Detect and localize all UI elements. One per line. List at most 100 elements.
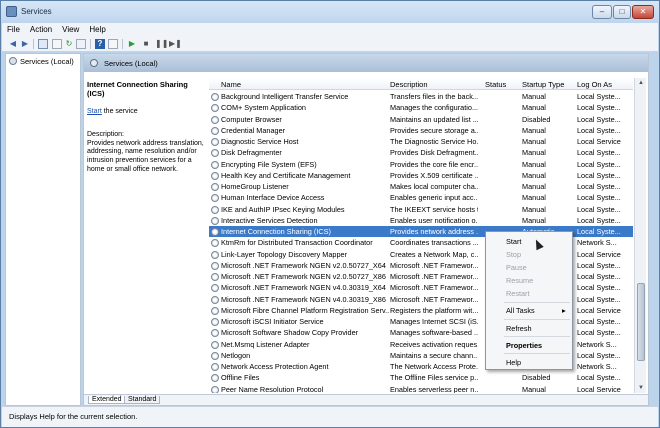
context-menu-refresh[interactable]: Refresh	[506, 324, 532, 333]
export-list-icon[interactable]	[76, 39, 86, 49]
context-menu-all-tasks[interactable]: All Tasks	[506, 306, 535, 315]
table-row[interactable]: COM+ System Application Manages the confi…	[209, 102, 633, 113]
console-tree-icon[interactable]	[38, 39, 48, 49]
service-gear-icon	[211, 115, 219, 124]
service-name: Link-Layer Topology Discovery Mapper	[221, 249, 347, 259]
service-startup-type: Manual	[522, 193, 546, 203]
context-menu-restart[interactable]: Restart	[506, 289, 530, 298]
service-log-on-as: Network S...	[577, 238, 617, 248]
service-log-on-as: Local Syste...	[577, 328, 621, 338]
maximize-button[interactable]: □	[613, 5, 631, 19]
toolbar-separator	[90, 39, 91, 49]
menu-help[interactable]: Help	[84, 23, 110, 36]
context-menu-start[interactable]: Start	[506, 237, 521, 246]
service-description: Provides Disk Defragment...	[390, 148, 478, 158]
context-menu-resume[interactable]: Resume	[506, 276, 533, 285]
scroll-up-arrow-icon[interactable]: ▲	[636, 78, 646, 88]
service-name: IKE and AuthIP IPsec Keying Modules	[221, 204, 345, 214]
scrollbar-thumb[interactable]	[637, 283, 645, 361]
service-name: Microsoft Fibre Channel Platform Registr…	[221, 305, 389, 315]
context-menu: Start Stop Pause Resume Restart All Task…	[485, 231, 573, 370]
table-row[interactable]: Diagnostic Service Host The Diagnostic Se…	[209, 136, 633, 147]
toolbar-separator	[122, 39, 123, 49]
service-name: Microsoft Software Shadow Copy Provider	[221, 328, 359, 338]
service-name: Human Interface Device Access	[221, 193, 325, 203]
services-node-icon	[9, 57, 17, 65]
vertical-scrollbar[interactable]: ▲ ▼	[634, 78, 646, 393]
service-gear-icon	[211, 171, 219, 180]
table-row[interactable]: Background Intelligent Transfer Service T…	[209, 91, 633, 102]
service-description: Provides the core file encr...	[390, 159, 478, 169]
table-row[interactable]: IKE and AuthIP IPsec Keying Modules The I…	[209, 204, 633, 215]
tree-node-services-local[interactable]: Services (Local)	[9, 57, 74, 66]
back-icon[interactable]: ◀	[8, 39, 18, 49]
table-row[interactable]: Disk Defragmenter Provides Disk Defragmen…	[209, 147, 633, 158]
service-gear-icon	[211, 261, 219, 270]
service-log-on-as: Local Syste...	[577, 294, 621, 304]
service-name: Encrypting File System (EFS)	[221, 159, 317, 169]
start-service-icon[interactable]: ▶	[127, 39, 137, 49]
service-name: Diagnostic Service Host	[221, 137, 299, 146]
service-name: Network Access Protection Agent	[221, 362, 329, 371]
service-startup-type: Manual	[522, 125, 546, 135]
window-title: Services	[21, 7, 52, 16]
service-startup-type: Manual	[522, 182, 546, 191]
service-description: The Diagnostic Service Ho...	[390, 137, 478, 146]
table-row[interactable]: Interactive Services Detection Enables us…	[209, 215, 633, 226]
scroll-down-arrow-icon[interactable]: ▼	[636, 383, 646, 393]
column-header-startup-type[interactable]: Startup Type	[522, 80, 574, 89]
service-name: Background Intelligent Transfer Service	[221, 92, 349, 101]
service-gear-icon	[211, 340, 219, 349]
tab-extended[interactable]: Extended	[88, 396, 126, 404]
start-service-text: the service	[101, 108, 138, 115]
table-row[interactable]: Offline Files The Offline Files service p…	[209, 372, 633, 383]
tab-standard[interactable]: Standard	[124, 396, 161, 404]
column-header-name[interactable]: Name	[221, 80, 389, 89]
properties-sheet-icon[interactable]	[52, 39, 62, 49]
close-button[interactable]: ✕	[632, 5, 654, 19]
context-menu-pause[interactable]: Pause	[506, 263, 527, 272]
service-description: Registers the platform wit...	[390, 305, 478, 315]
column-header-log-on-as[interactable]: Log On As	[577, 80, 633, 89]
restart-service-icon[interactable]: ▶❚	[169, 39, 182, 49]
service-log-on-as: Local Syste...	[577, 215, 621, 225]
pause-service-icon[interactable]: ❚❚	[155, 39, 168, 49]
minimize-button[interactable]: –	[592, 5, 612, 19]
menu-view[interactable]: View	[57, 23, 84, 36]
service-log-on-as: Local Syste...	[577, 272, 621, 281]
table-row[interactable]: Peer Name Resolution Protocol Enables ser…	[209, 384, 633, 393]
forward-icon[interactable]: ▶	[20, 39, 30, 49]
refresh-icon[interactable]: ↻	[64, 39, 74, 49]
service-description: The IKEEXT service hosts t...	[390, 204, 478, 214]
service-name: Interactive Services Detection	[221, 215, 318, 225]
table-row[interactable]: Encrypting File System (EFS) Provides the…	[209, 159, 633, 170]
table-row[interactable]: Credential Manager Provides secure storag…	[209, 125, 633, 136]
table-row[interactable]: Health Key and Certificate Management Pro…	[209, 170, 633, 181]
service-log-on-as: Local Syste...	[577, 170, 621, 180]
table-row[interactable]: HomeGroup Listener Makes local computer c…	[209, 181, 633, 192]
menu-file[interactable]: File	[2, 23, 25, 36]
table-row[interactable]: Human Interface Device Access Enables gen…	[209, 192, 633, 203]
menu-action[interactable]: Action	[25, 23, 57, 36]
menu-separator	[504, 302, 570, 303]
service-name: Microsoft .NET Framework NGEN v2.0.50727…	[221, 260, 386, 270]
stop-service-icon[interactable]: ■	[141, 39, 151, 49]
help-icon[interactable]: ?	[95, 39, 105, 49]
show-hide-action-pane-icon[interactable]	[108, 39, 118, 49]
service-gear-icon	[211, 104, 219, 113]
service-name: HomeGroup Listener	[221, 182, 289, 191]
table-row[interactable]: Computer Browser Maintains an updated lis…	[209, 114, 633, 125]
service-log-on-as: Local Syste...	[577, 148, 621, 158]
start-service-link[interactable]: Start	[87, 108, 102, 115]
context-menu-help[interactable]: Help	[506, 358, 521, 367]
service-name: COM+ System Application	[221, 103, 306, 113]
service-gear-icon	[211, 216, 219, 225]
service-log-on-as: Local Syste...	[577, 204, 621, 214]
context-menu-stop[interactable]: Stop	[506, 250, 521, 259]
context-menu-properties[interactable]: Properties	[506, 341, 542, 350]
service-name: Microsoft .NET Framework NGEN v2.0.50727…	[221, 272, 386, 281]
service-description: Provides X.509 certificate ...	[390, 170, 478, 180]
description-label: Description:	[87, 130, 124, 138]
column-header-status[interactable]: Status	[485, 80, 519, 89]
column-header-description[interactable]: Description	[390, 80, 478, 89]
